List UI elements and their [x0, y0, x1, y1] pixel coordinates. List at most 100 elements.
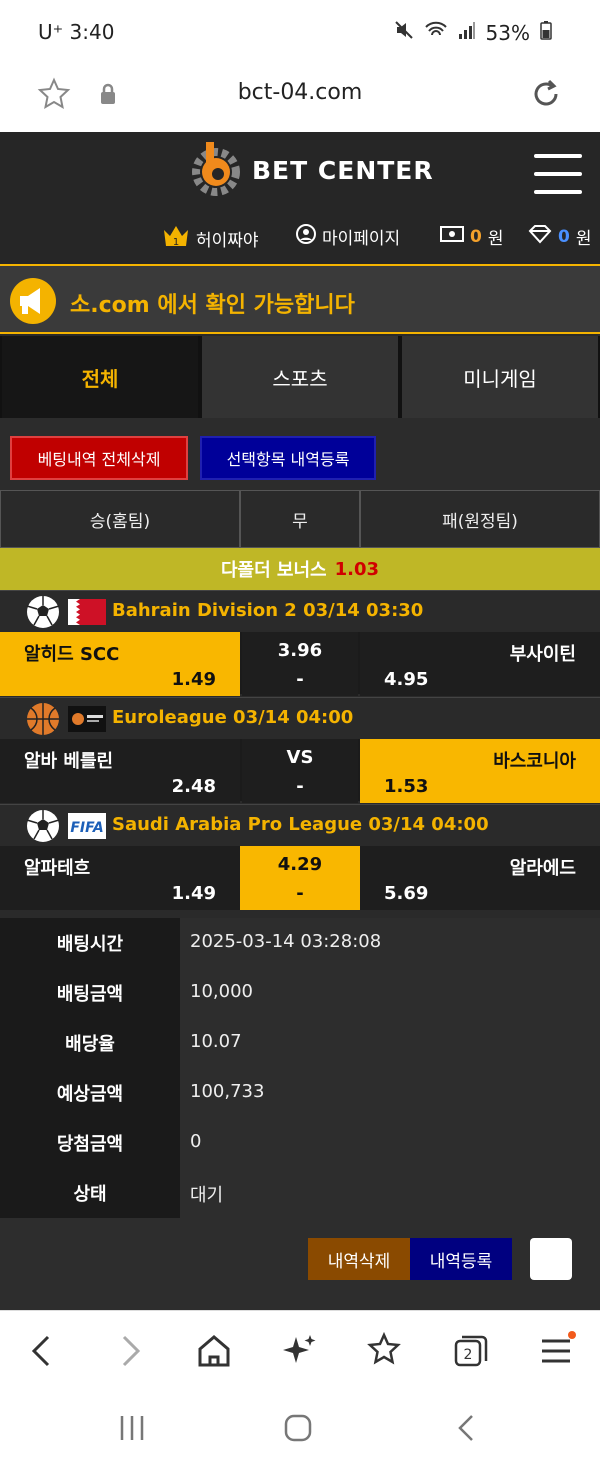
away-team: 바스코니아: [493, 751, 576, 772]
delete-all-bets-button[interactable]: 베팅내역 전체삭제: [10, 436, 188, 480]
detail-row: 당첨금액 0: [0, 1118, 600, 1168]
away-odds: 1.53: [384, 776, 429, 797]
cash-value: 0: [470, 226, 482, 247]
user-name-item[interactable]: 1 허이짜야: [162, 224, 259, 253]
home-odds: 1.49: [171, 883, 216, 904]
menu-hamburger-icon[interactable]: [534, 154, 582, 194]
tab-sports[interactable]: 스포츠: [202, 336, 398, 418]
draw-dash: -: [296, 776, 304, 797]
euroleague-logo-icon: [68, 706, 106, 732]
home-button-icon[interactable]: [278, 1410, 318, 1446]
bet-slip-actions: 내역삭제 내역등록: [0, 1220, 600, 1310]
signal-icon: [458, 20, 476, 45]
odds-column-header: 승(홈팀) 무 패(원정팀): [0, 490, 600, 548]
away-odds-button[interactable]: 알라에드 5.69: [360, 846, 600, 910]
home-odds: 1.49: [171, 669, 216, 690]
mypage-label: 마이페이지: [322, 229, 401, 249]
svg-text:2: 2: [464, 1347, 473, 1363]
detail-value: 대기: [190, 1185, 224, 1206]
league-header: Euroleague 03/14 04:00: [0, 697, 600, 739]
draw-odds-button[interactable]: 4.29 -: [240, 846, 360, 910]
select-checkbox[interactable]: [530, 1238, 572, 1280]
home-odds-button[interactable]: 알히드 SCC 1.49: [0, 632, 240, 696]
detail-label: 예상금액: [0, 1068, 180, 1118]
system-back-icon[interactable]: [448, 1410, 488, 1446]
draw-dash: -: [296, 669, 304, 690]
cash-unit: 원: [487, 229, 504, 249]
detail-label: 배팅시간: [0, 918, 180, 968]
crown-icon: 1: [162, 224, 190, 253]
match-row: 알파테흐 1.49 4.29 - 알라에드 5.69: [0, 846, 600, 910]
menu-icon[interactable]: [536, 1331, 576, 1371]
site-logo[interactable]: BET CENTER: [190, 138, 434, 202]
diamond-icon: [528, 224, 552, 249]
browser-toolbar: 2: [0, 1310, 600, 1390]
detail-row: 배팅시간 2025-03-14 03:28:08: [0, 918, 600, 968]
detail-label: 당첨금액: [0, 1118, 180, 1168]
home-icon[interactable]: [194, 1331, 234, 1371]
delete-history-button[interactable]: 내역삭제: [308, 1238, 410, 1280]
detail-value: 100,733: [190, 1081, 265, 1102]
col-home: 승(홈팀): [0, 490, 240, 548]
away-odds: 5.69: [384, 883, 429, 904]
detail-row: 배당율 10.07: [0, 1018, 600, 1068]
svg-text:1: 1: [173, 237, 179, 248]
point-value: 0: [558, 226, 570, 247]
home-odds-button[interactable]: 알바 베를린 2.48: [0, 739, 240, 803]
status-time: U⁺ 3:40: [38, 20, 115, 44]
home-odds-button[interactable]: 알파테흐 1.49: [0, 846, 240, 910]
away-team: 부사이틴: [509, 644, 576, 665]
away-odds-button[interactable]: 바스코니아 1.53: [360, 739, 600, 803]
draw-odds-button[interactable]: VS -: [242, 739, 358, 803]
away-team: 알라에드: [509, 858, 576, 879]
draw-odds-button[interactable]: 3.96 -: [242, 632, 358, 696]
detail-value: 10,000: [190, 981, 253, 1002]
league-name: Euroleague 03/14 04:00: [112, 707, 354, 728]
match-row: 알바 베를린 2.48 VS - 바스코니아 1.53: [0, 739, 600, 803]
register-selected-button[interactable]: 선택항목 내역등록: [200, 436, 376, 480]
recent-apps-icon[interactable]: [112, 1410, 152, 1446]
detail-row: 예상금액 100,733: [0, 1068, 600, 1118]
system-navigation-bar: [0, 1390, 600, 1467]
bahrain-flag-icon: [68, 599, 106, 625]
back-icon[interactable]: [22, 1331, 62, 1371]
away-odds-button[interactable]: 부사이틴 4.95: [360, 632, 600, 696]
detail-row: 상태 대기: [0, 1168, 600, 1218]
tabs-icon[interactable]: 2: [450, 1331, 490, 1371]
wifi-icon: [424, 20, 448, 45]
sparkle-icon[interactable]: [280, 1331, 320, 1371]
detail-label: 상태: [0, 1168, 180, 1218]
bonus-value: 1.03: [334, 558, 380, 580]
gear-logo-icon: [190, 138, 242, 202]
cash-icon: [440, 225, 464, 248]
reload-icon[interactable]: [528, 76, 564, 112]
mypage-link[interactable]: 마이페이지: [296, 224, 400, 249]
battery-icon: [540, 20, 552, 45]
detail-row: 배팅금액 10,000: [0, 968, 600, 1018]
bet-actions: 베팅내역 전체삭제 선택항목 내역등록: [0, 418, 600, 490]
status-bar: U⁺ 3:40 53%: [0, 0, 600, 62]
league-header: FIFA Saudi Arabia Pro League 03/14 04:00: [0, 804, 600, 846]
svg-text:FIFA: FIFA: [70, 820, 103, 836]
url-text[interactable]: bct-04.com: [0, 80, 600, 105]
user-info-row: 1 허이짜야 마이페이지 0 원 0 원: [0, 218, 600, 254]
battery-percent: 53%: [485, 20, 530, 45]
forward-icon[interactable]: [110, 1331, 150, 1371]
home-team: 알히드 SCC: [24, 644, 120, 665]
soccer-ball-icon: [26, 809, 60, 843]
point-balance[interactable]: 0 원: [528, 224, 591, 249]
bookmarks-icon[interactable]: [364, 1331, 404, 1371]
draw-odds: 4.29: [277, 854, 323, 875]
draw-odds: 3.96: [277, 640, 323, 661]
tab-all[interactable]: 전체: [2, 336, 198, 418]
home-team: 알바 베를린: [24, 751, 114, 772]
multi-folder-bonus: 다폴더 보너스 1.03: [0, 548, 600, 590]
league-header: Bahrain Division 2 03/14 03:30: [0, 590, 600, 632]
cash-balance[interactable]: 0 원: [440, 224, 503, 249]
register-history-button[interactable]: 내역등록: [410, 1238, 512, 1280]
league-name: Bahrain Division 2 03/14 03:30: [112, 600, 424, 621]
tab-minigame[interactable]: 미니게임: [402, 336, 598, 418]
home-team: 알파테흐: [24, 858, 91, 879]
league-name: Saudi Arabia Pro League 03/14 04:00: [112, 814, 489, 835]
draw-dash: -: [296, 883, 304, 904]
